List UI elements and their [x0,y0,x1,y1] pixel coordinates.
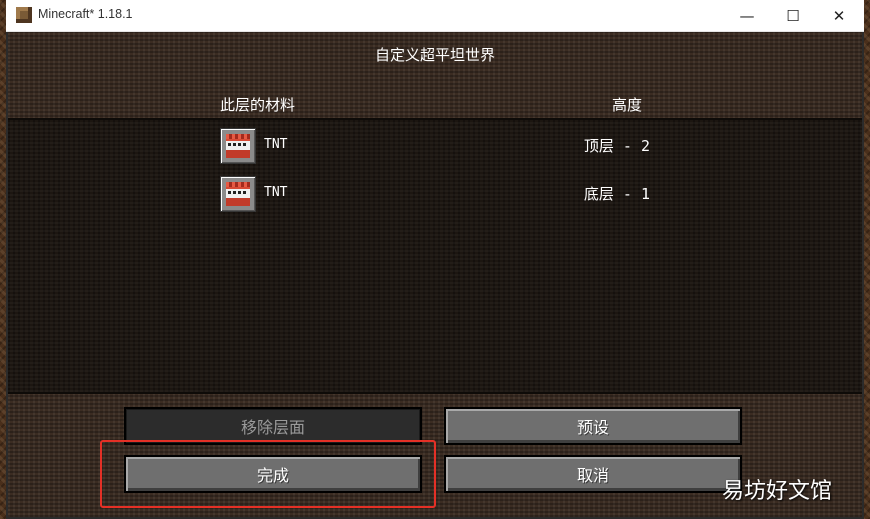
minecraft-grass-block-icon [16,7,32,23]
cancel-button[interactable]: 取消 [444,455,742,493]
close-icon: ✕ [832,6,846,25]
tnt-block-label [228,191,248,194]
column-header-material: 此层的材料 [220,96,296,114]
maximize-button[interactable]: ☐ [770,0,816,31]
item-slot [220,176,256,212]
title-bar[interactable]: Minecraft* 1.18.1 — ☐ ✕ [6,0,864,32]
close-button[interactable]: ✕ [816,0,862,31]
minimize-icon: — [739,6,755,25]
layer-height: 底层 - 1 [583,185,650,203]
layer-row[interactable]: TNT 顶层 - 2 [8,128,862,168]
tnt-block-top [226,182,250,187]
layer-material-name: TNT [264,185,288,200]
layer-row[interactable]: TNT 底层 - 1 [8,176,862,216]
item-slot [220,128,256,164]
watermark: 易坊好文馆 [722,479,833,504]
tnt-block-label [228,143,248,146]
layer-material-name: TNT [264,137,288,152]
layer-list[interactable]: TNT 顶层 - 2 TNT 底层 - 1 [8,118,862,394]
annotation-highlight-box [100,440,436,508]
page-title: 自定义超平坦世界 [374,46,495,64]
window-title: Minecraft* 1.18.1 [38,7,133,21]
tnt-block-top [226,134,250,139]
minimize-button[interactable]: — [724,0,770,31]
column-header-height: 高度 [612,96,643,114]
presets-button[interactable]: 预设 [444,407,742,445]
maximize-icon: ☐ [786,6,800,25]
layer-height: 顶层 - 2 [583,137,650,155]
